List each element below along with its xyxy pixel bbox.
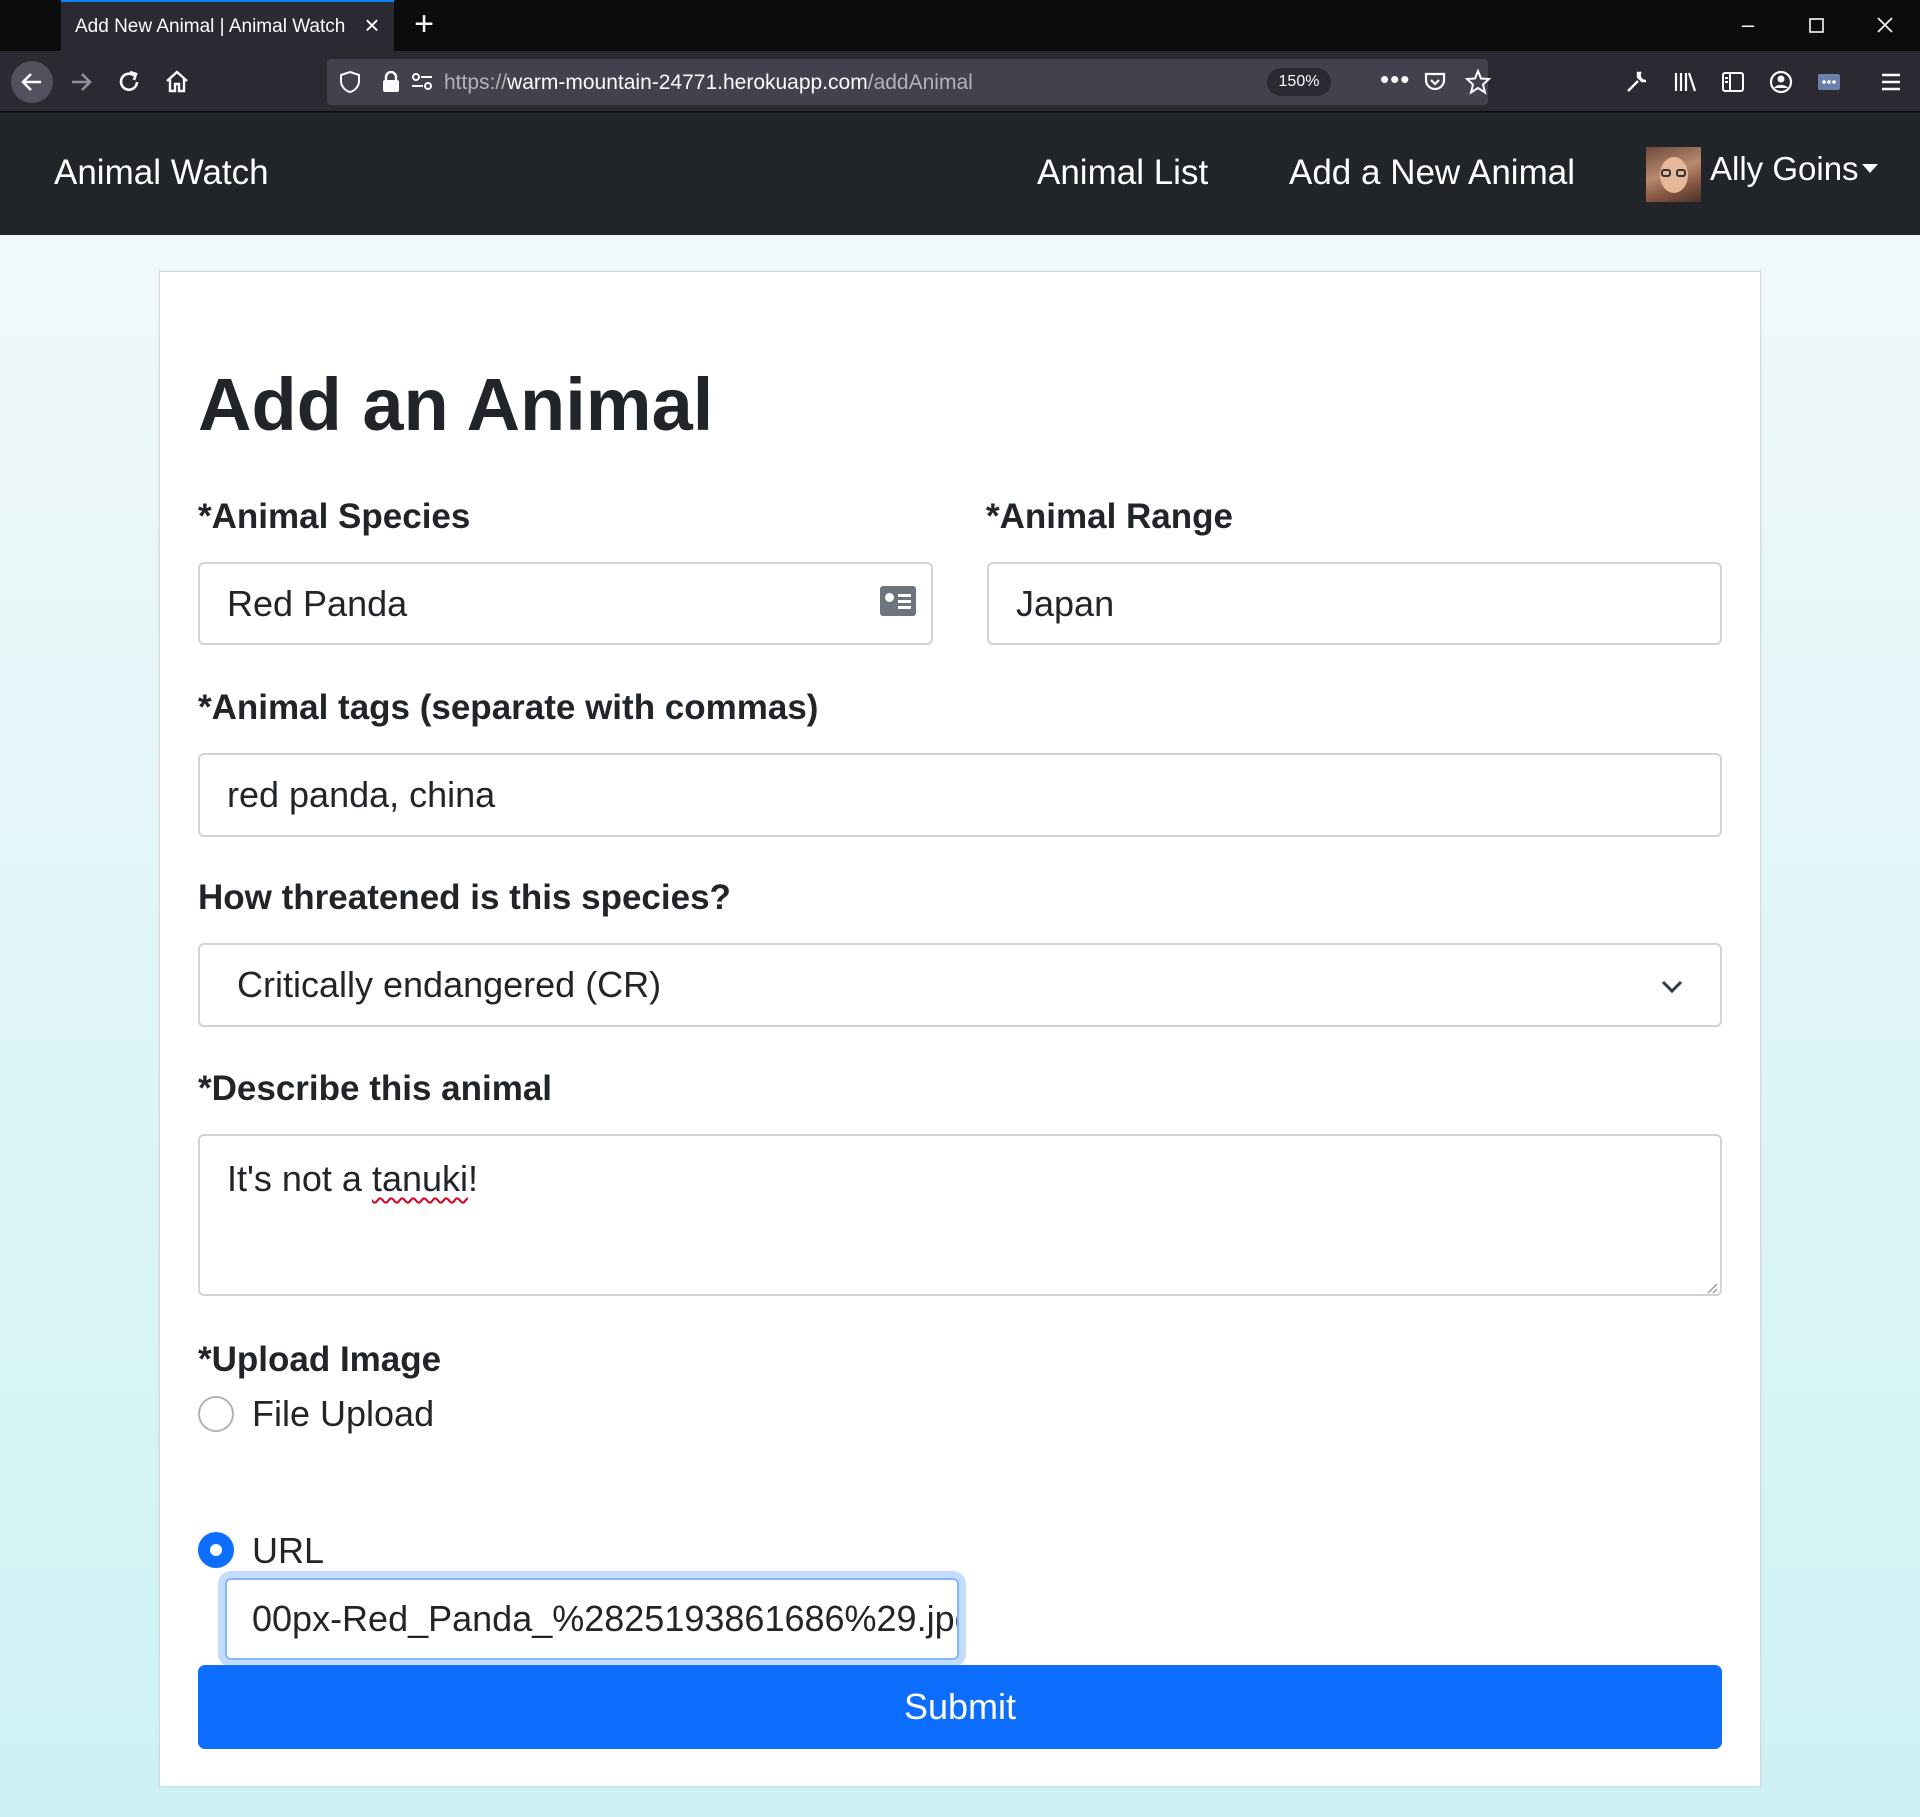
site-navbar: Animal Watch Animal List Add a New Anima… [0,113,1920,235]
submit-button[interactable]: Submit [198,1665,1722,1749]
user-menu-toggle[interactable]: Ally Goins [1710,150,1859,188]
browser-toolbar: https://warm-mountain-24771.herokuapp.co… [0,51,1920,112]
tab-close-icon[interactable]: × [360,12,384,38]
chevron-down-icon[interactable] [1660,975,1684,999]
bookmark-star-icon[interactable] [1464,68,1492,100]
describe-textarea[interactable]: It's not a tanuki! [198,1134,1722,1296]
library-icon[interactable] [1665,62,1705,102]
user-avatar[interactable] [1646,147,1701,202]
resize-grip-icon[interactable] [1704,1280,1718,1294]
describe-textarea-value: It's not a tanuki! [227,1158,479,1199]
back-arrow-icon[interactable] [11,61,53,103]
url-option-label[interactable]: URL [252,1530,324,1572]
extension-icon[interactable] [1809,62,1849,102]
address-bar[interactable]: https://warm-mountain-24771.herokuapp.co… [327,59,1492,105]
spellcheck-flag: tanuki [371,1158,469,1199]
tags-label: *Animal tags (separate with commas) [198,688,819,727]
threat-label: How threatened is this species? [198,878,731,917]
permissions-icon[interactable] [411,72,433,97]
tags-input[interactable]: red panda, china [198,753,1722,837]
range-input[interactable]: Japan [987,562,1722,645]
page-actions-icon[interactable]: ••• [1380,66,1410,92]
threat-select[interactable]: Critically endangered (CR) [198,943,1722,1027]
brand-link[interactable]: Animal Watch [54,153,269,193]
url-text[interactable]: https://warm-mountain-24771.herokuapp.co… [444,71,973,95]
browser-tab-active[interactable]: Add New Animal | Animal Watch [61,0,394,51]
browser-tab-bar: Add New Animal | Animal Watch × + – [0,0,1920,51]
species-input[interactable]: Red Panda [198,562,933,645]
minimize-icon[interactable]: – [1733,10,1763,40]
file-upload-label[interactable]: File Upload [252,1393,434,1435]
nav-link-animal-list[interactable]: Animal List [1037,153,1208,193]
species-input-value: Red Panda [227,582,408,624]
lock-icon[interactable] [382,70,400,98]
tags-input-value: red panda, china [227,774,496,815]
file-upload-radio[interactable] [198,1396,234,1432]
pocket-icon[interactable] [1423,70,1447,99]
tracking-shield-icon[interactable] [339,70,361,99]
contact-card-icon[interactable] [880,586,916,616]
url-radio[interactable] [198,1532,234,1568]
describe-label: *Describe this animal [198,1069,553,1108]
new-tab-icon[interactable]: + [408,7,440,41]
range-label: *Animal Range [986,497,1233,536]
close-window-icon[interactable] [1870,10,1900,40]
nav-link-add-animal[interactable]: Add a New Animal [1289,153,1575,193]
image-url-input[interactable]: 00px-Red_Panda_%2825193861686%29.jpg [225,1578,959,1660]
threat-select-value: Critically endangered (CR) [237,964,662,1005]
hamburger-menu-icon[interactable] [1871,62,1911,102]
range-input-value: Japan [1016,582,1115,624]
reload-icon[interactable] [109,62,149,102]
image-url-input-value: 00px-Red_Panda_%2825193861686%29.jpg [252,1598,959,1639]
tab-title: Add New Animal | Animal Watch [75,15,346,37]
caret-down-icon[interactable] [1862,164,1878,173]
account-icon[interactable] [1761,62,1801,102]
forward-arrow-icon[interactable] [61,62,101,102]
upload-label: *Upload Image [198,1340,442,1379]
species-label: *Animal Species [198,497,471,536]
zoom-level-badge[interactable]: 150% [1267,68,1331,96]
sidebar-icon[interactable] [1713,62,1753,102]
page-title: Add an Animal [198,363,714,446]
maximize-icon[interactable] [1801,10,1831,40]
wrench-icon[interactable] [1617,62,1657,102]
home-icon[interactable] [157,62,197,102]
